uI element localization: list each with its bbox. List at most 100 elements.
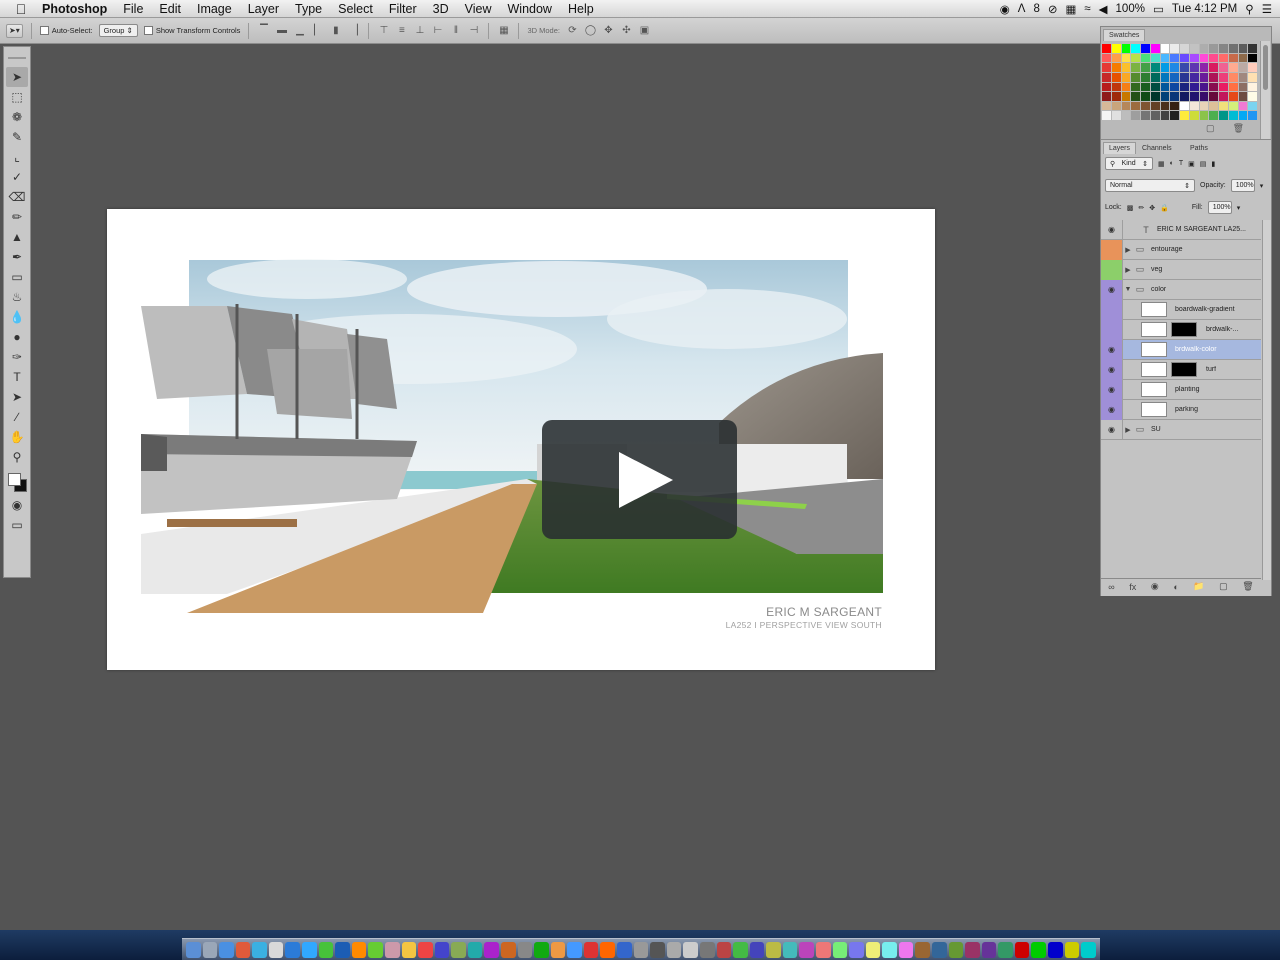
zoom-tool-icon[interactable]: ⚲ bbox=[6, 447, 28, 467]
layer-row[interactable]: ◉ brdwalk-color bbox=[1101, 339, 1261, 360]
auto-select-checkbox[interactable] bbox=[39, 26, 49, 35]
layer-row[interactable]: ◉ parking bbox=[1101, 399, 1261, 420]
eye-icon[interactable] bbox=[1101, 299, 1123, 320]
swatch[interactable] bbox=[1189, 63, 1199, 72]
filter-type-icon[interactable]: T bbox=[1179, 160, 1183, 167]
swatch[interactable] bbox=[1102, 53, 1111, 63]
distribute-vcenter-icon[interactable]: ≡ bbox=[395, 24, 408, 37]
swatch[interactable] bbox=[1102, 72, 1111, 82]
swatch[interactable] bbox=[1111, 44, 1121, 53]
dock-app-icon[interactable] bbox=[915, 942, 931, 958]
path-select-tool-icon[interactable]: ➤ bbox=[6, 387, 28, 407]
swatch[interactable] bbox=[1248, 53, 1257, 63]
swatch[interactable] bbox=[1228, 82, 1238, 92]
disclosure-closed-icon[interactable]: ▶ bbox=[1123, 246, 1133, 254]
swatch[interactable] bbox=[1141, 63, 1150, 72]
align-vcenter-icon[interactable]: ▬ bbox=[275, 24, 288, 37]
swatch[interactable] bbox=[1131, 92, 1140, 101]
distribute-top-icon[interactable]: ⊤ bbox=[377, 24, 390, 37]
tab-channels[interactable]: Channels bbox=[1137, 142, 1177, 154]
eye-icon[interactable]: ◉ bbox=[1101, 279, 1123, 300]
swatch[interactable] bbox=[1228, 101, 1238, 111]
eye-icon[interactable] bbox=[1101, 319, 1123, 340]
swatch[interactable] bbox=[1199, 82, 1209, 92]
layer-mask-thumbnail[interactable] bbox=[1171, 362, 1197, 377]
layer-row[interactable]: brdwalk-... bbox=[1101, 319, 1261, 340]
filter-pixel-icon[interactable]: ▦ bbox=[1158, 160, 1165, 168]
swatch[interactable] bbox=[1102, 63, 1111, 72]
swatch[interactable] bbox=[1150, 44, 1160, 53]
disclosure-open-icon[interactable]: ▼ bbox=[1123, 286, 1133, 293]
swatch[interactable] bbox=[1209, 111, 1218, 120]
layer-row[interactable]: ▶ ▭ entourage bbox=[1101, 239, 1261, 260]
eye-icon[interactable]: ◉ bbox=[1101, 219, 1123, 240]
swatch[interactable] bbox=[1228, 92, 1238, 101]
quick-mask-icon[interactable]: ◉ bbox=[6, 495, 28, 515]
eraser-tool-icon[interactable]: ▭ bbox=[6, 267, 28, 287]
dock-app-icon[interactable] bbox=[799, 942, 814, 958]
swatch[interactable] bbox=[1102, 82, 1111, 92]
swatch[interactable] bbox=[1170, 44, 1179, 53]
screen-mode-icon[interactable]: ▭ bbox=[6, 515, 28, 535]
swatch[interactable] bbox=[1121, 82, 1131, 92]
blur-tool-icon[interactable]: 💧 bbox=[6, 307, 28, 327]
menu-image[interactable]: Image bbox=[189, 2, 240, 16]
swatch[interactable] bbox=[1111, 53, 1121, 63]
swatch[interactable] bbox=[1160, 101, 1170, 111]
eye-icon[interactable]: ◉ bbox=[1101, 339, 1123, 360]
swatch[interactable] bbox=[1131, 63, 1140, 72]
swatch[interactable] bbox=[1209, 72, 1218, 82]
dock-app-icon[interactable] bbox=[517, 942, 533, 958]
healing-brush-tool-icon[interactable]: ⌫ bbox=[6, 187, 28, 207]
swatch[interactable] bbox=[1121, 63, 1131, 72]
layer-row[interactable]: ◉ ▼ ▭ color bbox=[1101, 279, 1261, 300]
dock-app-icon[interactable] bbox=[1048, 942, 1063, 958]
swatch[interactable] bbox=[1199, 53, 1209, 63]
move-tool-icon[interactable]: ➤ bbox=[6, 67, 28, 87]
dock-app-icon[interactable] bbox=[384, 942, 400, 958]
lasso-tool-icon[interactable]: ❁ bbox=[6, 107, 28, 127]
dock-app-icon[interactable] bbox=[583, 942, 599, 958]
swatch[interactable] bbox=[1189, 44, 1199, 53]
move-tool-preset-button[interactable]: ➤▾ bbox=[6, 23, 23, 38]
dock-app-icon[interactable] bbox=[749, 942, 765, 958]
dock-app-icon[interactable] bbox=[1031, 942, 1047, 958]
dock-app-icon[interactable] bbox=[351, 942, 367, 958]
swatch[interactable] bbox=[1209, 82, 1218, 92]
swatch[interactable] bbox=[1150, 82, 1160, 92]
align-right-icon[interactable]: ▕ bbox=[347, 24, 360, 37]
swatch[interactable] bbox=[1131, 72, 1140, 82]
3d-roll-icon[interactable]: ◯ bbox=[584, 24, 597, 37]
swatch[interactable] bbox=[1170, 92, 1179, 101]
hand-tool-icon[interactable]: ✋ bbox=[6, 427, 28, 447]
swatch[interactable] bbox=[1238, 82, 1248, 92]
lock-image-icon[interactable]: ✏ bbox=[1138, 204, 1144, 212]
swatch[interactable] bbox=[1121, 44, 1131, 53]
filter-smart-object-icon[interactable]: ▤ bbox=[1200, 160, 1207, 168]
apple-menu-icon[interactable]:  bbox=[0, 1, 42, 17]
dock-app-icon[interactable] bbox=[666, 942, 682, 958]
eye-icon[interactable] bbox=[1101, 259, 1123, 280]
swatch[interactable] bbox=[1170, 72, 1179, 82]
dock-app-icon[interactable] bbox=[268, 942, 284, 958]
swatch[interactable] bbox=[1141, 111, 1150, 120]
swatch[interactable] bbox=[1102, 92, 1111, 101]
add-mask-icon[interactable]: ◉ bbox=[1151, 581, 1159, 592]
menu-window[interactable]: Window bbox=[500, 2, 560, 16]
swatch[interactable] bbox=[1219, 63, 1228, 72]
distribute-left-icon[interactable]: ⊢ bbox=[431, 24, 444, 37]
dock-app-icon[interactable] bbox=[1064, 942, 1080, 958]
swatch[interactable] bbox=[1238, 72, 1248, 82]
swatch[interactable] bbox=[1238, 111, 1248, 120]
auto-select-toggle[interactable]: Auto-Select: bbox=[39, 26, 93, 35]
marquee-tool-icon[interactable]: ⬚ bbox=[6, 87, 28, 107]
align-left-icon[interactable]: ▏ bbox=[311, 24, 324, 37]
swatch[interactable] bbox=[1248, 82, 1257, 92]
dock-app-icon[interactable] bbox=[849, 942, 864, 958]
lock-position-icon[interactable]: ✥ bbox=[1149, 204, 1155, 212]
filter-toggle-icon[interactable]: ▮ bbox=[1211, 160, 1215, 168]
lock-transparency-icon[interactable]: ▩ bbox=[1127, 204, 1134, 212]
swatch[interactable] bbox=[1199, 92, 1209, 101]
menu-3d[interactable]: 3D bbox=[425, 2, 457, 16]
swatch[interactable] bbox=[1160, 92, 1170, 101]
